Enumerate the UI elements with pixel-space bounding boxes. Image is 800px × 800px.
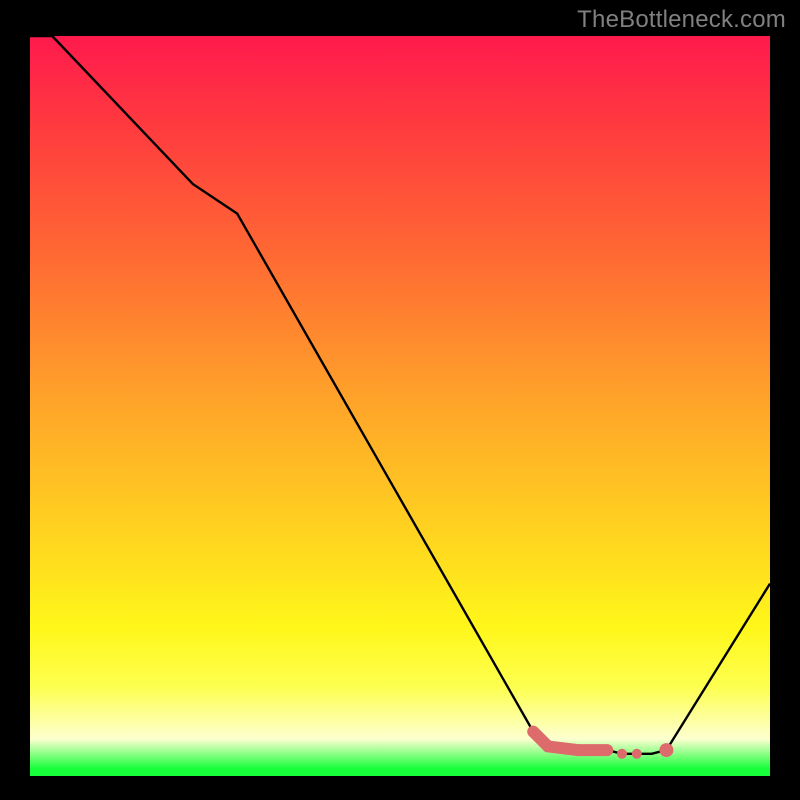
chart-overlay (30, 36, 770, 776)
main-curve (30, 36, 770, 754)
highlight-dot (659, 743, 673, 757)
highlight-dot (632, 749, 642, 759)
highlight-dot (617, 749, 627, 759)
watermark-text: TheBottleneck.com (577, 6, 786, 34)
chart-stage: TheBottleneck.com (0, 0, 800, 800)
plot-area (30, 36, 770, 776)
